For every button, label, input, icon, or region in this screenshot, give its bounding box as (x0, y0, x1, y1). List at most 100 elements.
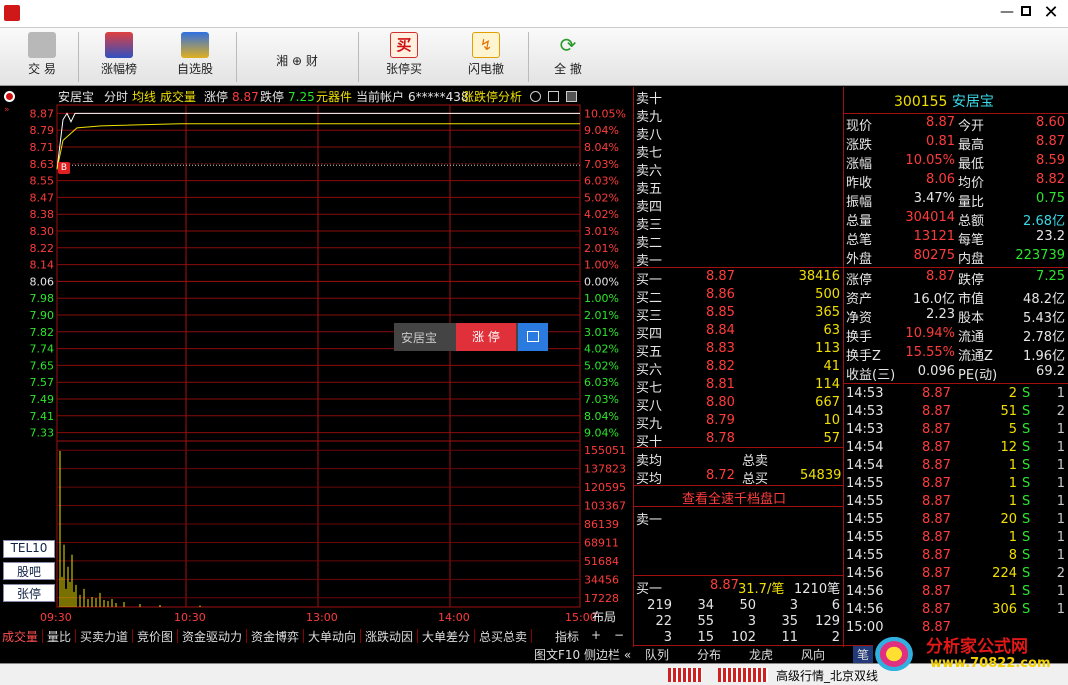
cancel-all-button[interactable]: ⟳ 全 撤 (540, 32, 596, 82)
tick-count: 1 (1056, 476, 1065, 491)
popup-window-icon[interactable] (518, 323, 548, 351)
buy-marker-icon[interactable]: B (58, 162, 70, 174)
tick-count: 1 (1056, 422, 1065, 437)
guba-button[interactable]: 股吧 (3, 562, 55, 580)
bottom-tab[interactable]: 成交量 (2, 628, 38, 645)
volume-tick: 120595 (584, 481, 626, 494)
watchlist-button[interactable]: 自选股 (166, 32, 224, 82)
maximize-button[interactable] (1021, 6, 1031, 16)
quote-value: 69.2 (1036, 364, 1065, 379)
flash-cancel-button[interactable]: ↯ 闪电撤 (458, 32, 514, 82)
buy-level-row[interactable]: 买一 8.87 38416 (634, 268, 844, 288)
sell-level-row[interactable]: 卖五 (634, 177, 844, 197)
buy-level-row[interactable]: 买五 8.83 113 (634, 340, 844, 360)
bottom-tab[interactable]: 大单差分 (422, 628, 470, 645)
right-tab[interactable]: 队列 (645, 646, 669, 663)
quote-label: 收益(三) (846, 368, 896, 383)
sell-level-row[interactable]: 卖九 (634, 105, 844, 125)
bottom-bar: 成交量量比买卖力道竞价图资金驱动力资金博弈大单动向涨跌动因大单差分总买总卖 扩展… (0, 627, 632, 680)
pct-tick: 9.04% (584, 124, 619, 137)
buy1-count: 1210笔 (794, 582, 841, 597)
tick-price: 8.87 (922, 386, 951, 401)
sell-level-row[interactable]: 卖三 (634, 213, 844, 233)
bottom-tab[interactable]: 涨跌动因 (365, 628, 413, 645)
buy-level-row[interactable]: 买十 8.78 57 (634, 430, 844, 450)
indicator-button[interactable]: 指标 (555, 628, 579, 645)
f10-button[interactable]: 图文F10 (534, 646, 580, 663)
close-button[interactable]: ✕ (1042, 2, 1060, 23)
buy-level-row[interactable]: 买三 8.85 365 (634, 304, 844, 324)
quote-label: 现价 (846, 119, 873, 134)
popup-limit-up-button[interactable]: 涨 停 (456, 323, 516, 351)
buy-level-row[interactable]: 买六 8.82 41 (634, 358, 844, 378)
quote-label: 市值 (958, 292, 985, 307)
buy-level-price: 8.80 (706, 395, 735, 410)
tick-row: 14:56 8.87 306 S 1 (844, 601, 1068, 619)
right-tab[interactable]: 风向 (801, 646, 825, 663)
tick-price: 8.87 (922, 494, 951, 509)
quote-label: 最低 (958, 157, 985, 172)
bottom-tab[interactable]: 资金驱动力 (182, 628, 242, 645)
buy-level-row[interactable]: 买七 8.81 114 (634, 376, 844, 396)
queue-cell: 219 (647, 598, 672, 613)
zoom-in-button[interactable]: + (591, 628, 601, 642)
tick-side: S (1022, 422, 1031, 437)
bottom-tab[interactable]: 资金博弈 (251, 628, 299, 645)
sell-level-row[interactable]: 卖十 (634, 87, 844, 107)
sell-level-row[interactable]: 卖二 (634, 231, 844, 251)
price-tick: 8.22 (30, 242, 55, 255)
bottom-tab[interactable]: 买卖力道 (80, 628, 128, 645)
sell-level-row[interactable]: 卖四 (634, 195, 844, 215)
buy-level-row[interactable]: 买九 8.79 10 (634, 412, 844, 432)
sell-level-row[interactable]: 卖一 (634, 249, 844, 269)
quote-row: 昨收 8.06 均价 8.82 (844, 171, 1068, 191)
sell-level-row[interactable]: 卖六 (634, 159, 844, 179)
right-tab[interactable]: 分布 (697, 646, 721, 663)
sell-level-row[interactable]: 卖七 (634, 141, 844, 161)
quote-row: 总笔 13121 每笔 23.2 (844, 228, 1068, 248)
quote-label: 换手Z (846, 349, 881, 364)
tick-side: S (1022, 548, 1031, 563)
zoom-out-button[interactable]: − (614, 628, 624, 642)
buy-level-volume: 41 (823, 359, 840, 374)
trade-button[interactable]: 交 易 (14, 32, 70, 82)
xiangcai-button[interactable]: 湘 ⊕ 财 (252, 32, 342, 82)
quote-value: 8.87 (926, 269, 955, 284)
volume-tick: 51684 (584, 555, 619, 568)
price-tick: 8.06 (30, 275, 55, 288)
title-bar: — ✕ (0, 0, 1068, 28)
bottom-tab[interactable]: 大单动向 (308, 628, 356, 645)
buy-level-row[interactable]: 买四 8.84 63 (634, 322, 844, 342)
tel10-button[interactable]: TEL10 (3, 540, 55, 558)
quote-label: 总额 (958, 214, 985, 229)
quote-value: 0.75 (1036, 191, 1065, 206)
layout-button[interactable]: 布局 (592, 609, 616, 625)
bottom-tab[interactable]: 竞价图 (137, 628, 173, 645)
minimize-button[interactable]: — (998, 4, 1016, 22)
tick-price: 8.87 (922, 404, 951, 419)
tick-row: 14:56 8.87 1 S 1 (844, 583, 1068, 601)
limit-up-buy-button[interactable]: 买张停买 (376, 32, 432, 82)
buy-level-row[interactable]: 买八 8.80 667 (634, 394, 844, 414)
queue-row: 3 15 102 11 2 (634, 629, 844, 645)
buy-level-row[interactable]: 买二 8.86 500 (634, 286, 844, 306)
buy-level-volume: 63 (823, 323, 840, 338)
quote-value: 5.43亿 (1023, 311, 1065, 326)
sell-level-row[interactable]: 卖八 (634, 123, 844, 143)
quote-row: 外盘 80275 内盘 223739 (844, 247, 1068, 267)
full-depth-link[interactable]: 查看全速千档盘口 (682, 488, 786, 507)
buy-level-price: 8.78 (706, 431, 735, 446)
buy-level-volume: 10 (823, 413, 840, 428)
tick-price: 8.87 (922, 440, 951, 455)
top-gainers-button[interactable]: 涨幅榜 (90, 32, 148, 82)
limit-up-button[interactable]: 张停 (3, 584, 55, 602)
bottom-tab[interactable]: 量比 (47, 628, 71, 645)
bottom-tab[interactable]: 总买总卖 (479, 628, 527, 645)
pct-tick: 8.04% (584, 141, 619, 154)
sidebar-toggle[interactable]: 侧边栏 « (584, 646, 631, 663)
right-tab[interactable]: 龙虎 (749, 646, 773, 663)
price-tick: 8.71 (30, 141, 55, 154)
tick-side: S (1022, 404, 1031, 419)
quote-label: 涨跌 (846, 138, 873, 153)
tick-side: S (1022, 584, 1031, 599)
